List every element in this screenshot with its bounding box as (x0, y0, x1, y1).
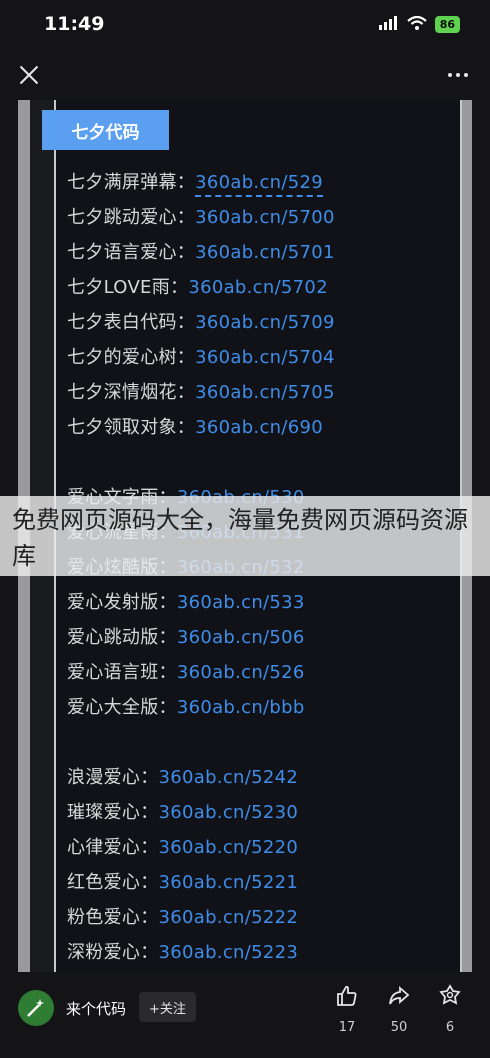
code-line: 心律爱心：360ab.cn/5220 (67, 833, 298, 859)
code-label: 七夕深情烟花： (67, 382, 196, 403)
code-label: 粉色爱心： (67, 907, 159, 928)
code-line: 七夕LOVE雨：360ab.cn/5702 (67, 273, 328, 299)
code-line: 粉色爱心：360ab.cn/5222 (67, 903, 298, 929)
code-line: 爱心发射版：360ab.cn/533 (67, 588, 305, 614)
battery-indicator: 86 (434, 15, 460, 33)
code-link[interactable]: 360ab.cn/5704 (195, 347, 335, 368)
code-label: 浪漫爱心： (67, 767, 159, 788)
status-icons: 86 (378, 15, 460, 34)
code-label: 爱心发射版： (67, 592, 177, 613)
code-link[interactable]: 360ab.cn/5705 (195, 382, 335, 403)
code-link[interactable]: 360ab.cn/5709 (195, 312, 335, 333)
collect-button[interactable]: 6 (430, 984, 470, 1035)
code-line: 深粉爱心：360ab.cn/5223 (67, 938, 298, 964)
code-label: 七夕满屏弹幕： (67, 172, 196, 193)
code-link[interactable]: 360ab.cn/529 (195, 172, 323, 197)
collect-count: 6 (445, 1020, 455, 1035)
code-link[interactable]: 360ab.cn/bbb (177, 697, 305, 718)
code-link[interactable]: 360ab.cn/690 (195, 417, 323, 438)
like-icon (327, 984, 367, 1010)
close-icon[interactable] (18, 64, 40, 86)
code-link[interactable]: 360ab.cn/5220 (159, 837, 299, 858)
code-link[interactable]: 360ab.cn/5702 (188, 277, 328, 298)
code-line: 浪漫爱心：360ab.cn/5242 (67, 763, 298, 789)
code-label: 爱心语言班： (67, 662, 177, 683)
top-nav (0, 52, 490, 98)
code-link[interactable]: 360ab.cn/5222 (159, 907, 299, 928)
code-line: 爱心语言班：360ab.cn/526 (67, 658, 305, 684)
code-line: 七夕语言爱心：360ab.cn/5701 (67, 238, 335, 264)
bottom-bar: 来个代码 +关注 17 50 6 (0, 972, 490, 1058)
share-icon (379, 984, 419, 1010)
watermark-banner: 免费网页源码大全，海量免费网页源码资源库 (0, 496, 490, 576)
code-label: 璀璨爱心： (67, 802, 159, 823)
code-link[interactable]: 360ab.cn/526 (177, 662, 305, 683)
code-label: 七夕领取对象： (67, 417, 196, 438)
code-label: 七夕的爱心树： (67, 347, 196, 368)
more-icon[interactable] (448, 73, 468, 77)
code-line: 红色爱心：360ab.cn/5221 (67, 868, 298, 894)
code-label: 红色爱心： (67, 872, 159, 893)
like-button[interactable]: 17 (327, 984, 367, 1035)
code-link[interactable]: 360ab.cn/533 (177, 592, 305, 613)
share-count: 50 (390, 1020, 408, 1035)
code-label: 爱心大全版： (67, 697, 177, 718)
code-line: 七夕的爱心树：360ab.cn/5704 (67, 343, 335, 369)
avatar[interactable] (18, 990, 54, 1026)
code-label: 爱心跳动版： (67, 627, 177, 648)
code-label: 深粉爱心： (67, 942, 159, 963)
code-link[interactable]: 360ab.cn/5223 (159, 942, 299, 963)
code-label: 七夕语言爱心： (67, 242, 196, 263)
code-line: 七夕表白代码：360ab.cn/5709 (67, 308, 335, 334)
signal-icon (378, 15, 399, 34)
code-link[interactable]: 360ab.cn/506 (177, 627, 305, 648)
code-link[interactable]: 360ab.cn/5221 (159, 872, 299, 893)
code-link[interactable]: 360ab.cn/5701 (195, 242, 335, 263)
status-bar: 11:49 86 (0, 0, 490, 48)
code-line: 爱心跳动版：360ab.cn/506 (67, 623, 305, 649)
status-time: 11:49 (44, 13, 105, 35)
code-line: 七夕满屏弹幕：360ab.cn/529 (67, 168, 323, 197)
code-header: 七夕代码 (42, 110, 169, 150)
code-label: 心律爱心： (67, 837, 159, 858)
share-button[interactable]: 50 (379, 984, 419, 1035)
code-link[interactable]: 360ab.cn/5230 (159, 802, 299, 823)
wand-icon (27, 999, 44, 1017)
like-count: 17 (338, 1020, 356, 1035)
code-label: 七夕跳动爱心： (67, 207, 196, 228)
code-line: 七夕深情烟花：360ab.cn/5705 (67, 378, 335, 404)
code-line: 七夕跳动爱心：360ab.cn/5700 (67, 203, 335, 229)
code-label: 七夕表白代码： (67, 312, 196, 333)
collect-icon (430, 984, 470, 1010)
code-line: 七夕领取对象：360ab.cn/690 (67, 413, 323, 439)
code-line: 爱心大全版：360ab.cn/bbb (67, 693, 305, 719)
code-label: 七夕LOVE雨： (67, 277, 189, 298)
code-link[interactable]: 360ab.cn/5242 (159, 767, 299, 788)
wifi-icon (406, 15, 427, 34)
author-name[interactable]: 来个代码 (66, 998, 126, 1019)
code-link[interactable]: 360ab.cn/5700 (195, 207, 335, 228)
follow-button[interactable]: +关注 (139, 992, 196, 1022)
code-line: 璀璨爱心：360ab.cn/5230 (67, 798, 298, 824)
